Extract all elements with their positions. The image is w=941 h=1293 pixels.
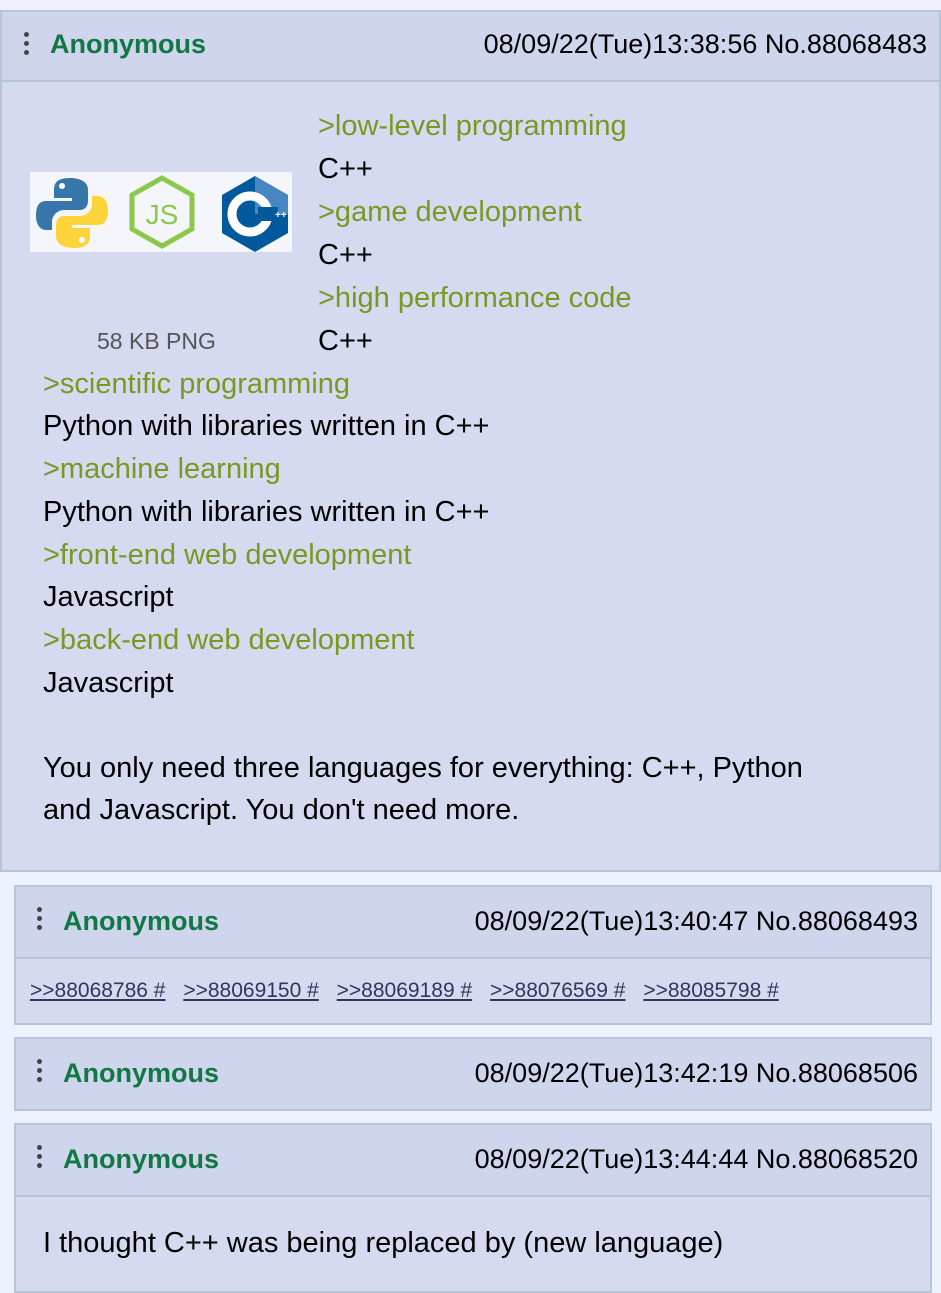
post-menu-icon[interactable] xyxy=(24,32,30,59)
greentext-line: >front-end web development xyxy=(43,539,412,571)
backlink[interactable]: >>88076569 # xyxy=(490,979,625,1002)
reply-post: Anonymous 08/09/22(Tue)13:44:44 No.88068… xyxy=(14,1123,932,1293)
language-logos-image: JS ++ xyxy=(36,175,288,252)
post-text-line: Python with libraries written in C++ xyxy=(43,496,490,528)
backlink[interactable]: >>88069150 # xyxy=(183,979,318,1002)
poster-name[interactable]: Anonymous xyxy=(63,1058,219,1089)
cpp-logo-icon: ++ xyxy=(222,176,288,252)
post-text-line: Javascript xyxy=(43,581,174,613)
post-header: Anonymous 08/09/22(Tue)13:38:56 No.88068… xyxy=(2,12,939,82)
post-meta[interactable]: 08/09/22(Tue)13:42:19 No.88068506 xyxy=(475,1058,918,1089)
backlink[interactable]: >>88069189 # xyxy=(337,979,472,1002)
backlinks: >>88068786 # >>88069150 # >>88069189 # >… xyxy=(30,979,791,1003)
post-text-line: You only need three languages for everyt… xyxy=(43,752,803,784)
reply-post: Anonymous 08/09/22(Tue)13:42:19 No.88068… xyxy=(14,1037,932,1111)
backlink[interactable]: >>88068786 # xyxy=(30,979,165,1002)
post-header: Anonymous 08/09/22(Tue)13:44:44 No.88068… xyxy=(16,1125,930,1197)
greentext-line: >scientific programming xyxy=(43,368,351,400)
post-op: Anonymous 08/09/22(Tue)13:38:56 No.88068… xyxy=(0,10,941,872)
poster-name[interactable]: Anonymous xyxy=(63,1144,219,1175)
post-menu-icon[interactable] xyxy=(37,1059,43,1086)
post-image-thumbnail[interactable]: JS ++ xyxy=(30,172,292,252)
post-text-line: Python with libraries written in C++ xyxy=(43,410,490,442)
post-text-line: C++ xyxy=(318,239,373,271)
post-menu-icon[interactable] xyxy=(37,1145,43,1172)
post-header: Anonymous 08/09/22(Tue)13:40:47 No.88068… xyxy=(16,887,930,959)
greentext-line: >low-level programming xyxy=(318,110,627,142)
reply-post: Anonymous 08/09/22(Tue)13:40:47 No.88068… xyxy=(14,885,932,1025)
post-text-line: and Javascript. You don't need more. xyxy=(43,794,520,826)
svg-text:JS: JS xyxy=(146,199,179,230)
post-text-line: C++ xyxy=(318,153,373,185)
post-header: Anonymous 08/09/22(Tue)13:42:19 No.88068… xyxy=(16,1039,930,1109)
poster-name[interactable]: Anonymous xyxy=(50,29,206,60)
post-text-line: C++ xyxy=(318,325,373,357)
poster-name[interactable]: Anonymous xyxy=(63,906,219,937)
post-text-line: I thought C++ was being replaced by (new… xyxy=(43,1227,724,1259)
post-menu-icon[interactable] xyxy=(37,907,43,934)
python-logo-icon xyxy=(36,178,108,248)
greentext-line: >game development xyxy=(318,196,582,228)
post-meta[interactable]: 08/09/22(Tue)13:44:44 No.88068520 xyxy=(475,1144,918,1175)
post-text-line: Javascript xyxy=(43,667,174,699)
greentext-line: >machine learning xyxy=(43,453,281,485)
greentext-line: >back-end web development xyxy=(43,624,415,656)
file-info[interactable]: 58 KB PNG xyxy=(97,328,216,355)
backlink[interactable]: >>88085798 # xyxy=(643,979,778,1002)
svg-text:++: ++ xyxy=(275,210,287,221)
nodejs-logo-icon: JS xyxy=(129,175,195,249)
greentext-line: >high performance code xyxy=(318,282,632,314)
post-meta[interactable]: 08/09/22(Tue)13:40:47 No.88068493 xyxy=(475,906,918,937)
post-meta[interactable]: 08/09/22(Tue)13:38:56 No.88068483 xyxy=(484,29,927,60)
